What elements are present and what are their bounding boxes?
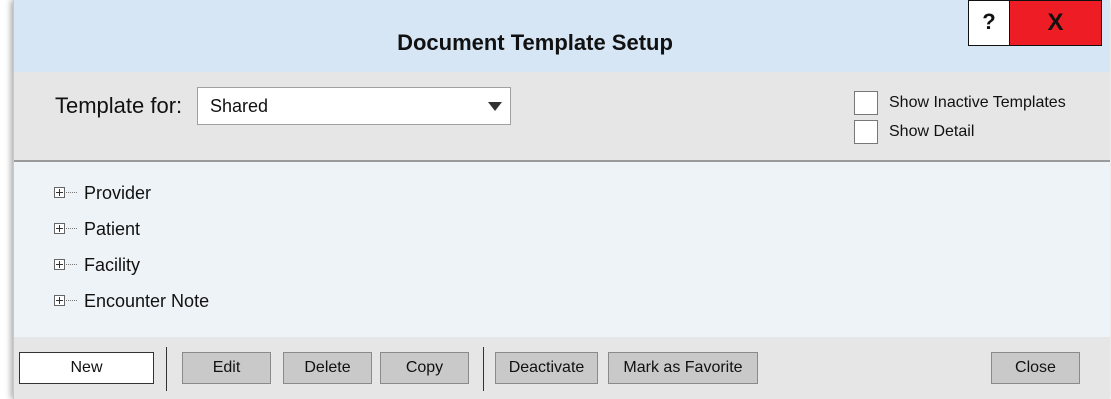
tree-item-label: Provider	[84, 183, 152, 203]
expand-icon[interactable]	[54, 259, 65, 270]
template-tree: Provider Patient Facility Encounter Note	[14, 162, 1110, 337]
tree-item-label: Patient	[84, 219, 141, 239]
filter-bar: Template for: Shared Show Inactive Templ…	[14, 72, 1110, 162]
template-for-dropdown[interactable]: Shared	[197, 87, 511, 125]
show-detail-label: Show Detail	[889, 123, 975, 140]
tree-connector	[66, 300, 77, 301]
tree-connector	[66, 228, 77, 229]
template-for-label: Template for:	[55, 93, 183, 118]
delete-button[interactable]: Delete	[283, 352, 372, 384]
new-button[interactable]: New	[19, 352, 154, 384]
edit-button[interactable]: Edit	[182, 352, 271, 384]
deactivate-button[interactable]: Deactivate	[495, 352, 598, 384]
tree-item-label: Encounter Note	[84, 291, 210, 311]
action-toolbar: New Edit Delete Copy Deactivate Mark as …	[14, 337, 1110, 399]
tree-connector	[66, 192, 77, 193]
toolbar-divider	[483, 347, 484, 391]
chevron-down-icon	[488, 102, 502, 111]
expand-icon[interactable]	[54, 223, 65, 234]
copy-button[interactable]: Copy	[380, 352, 469, 384]
template-for-value: Shared	[210, 96, 269, 116]
close-window-button[interactable]: X	[1010, 0, 1102, 46]
title-bar: Document Template Setup ? X	[14, 0, 1110, 72]
expand-icon[interactable]	[54, 295, 65, 306]
tree-item-label: Facility	[84, 255, 141, 275]
help-button[interactable]: ?	[968, 0, 1010, 46]
toolbar-divider	[166, 347, 167, 391]
template-setup-window: Document Template Setup ? X Template for…	[13, 0, 1110, 399]
expand-icon[interactable]	[54, 187, 65, 198]
close-button[interactable]: Close	[991, 352, 1080, 384]
show-inactive-label: Show Inactive Templates	[889, 94, 1066, 111]
mark-favorite-button[interactable]: Mark as Favorite	[608, 352, 758, 384]
show-detail-checkbox[interactable]	[854, 120, 878, 144]
show-inactive-checkbox[interactable]	[854, 91, 878, 115]
tree-connector	[66, 264, 77, 265]
